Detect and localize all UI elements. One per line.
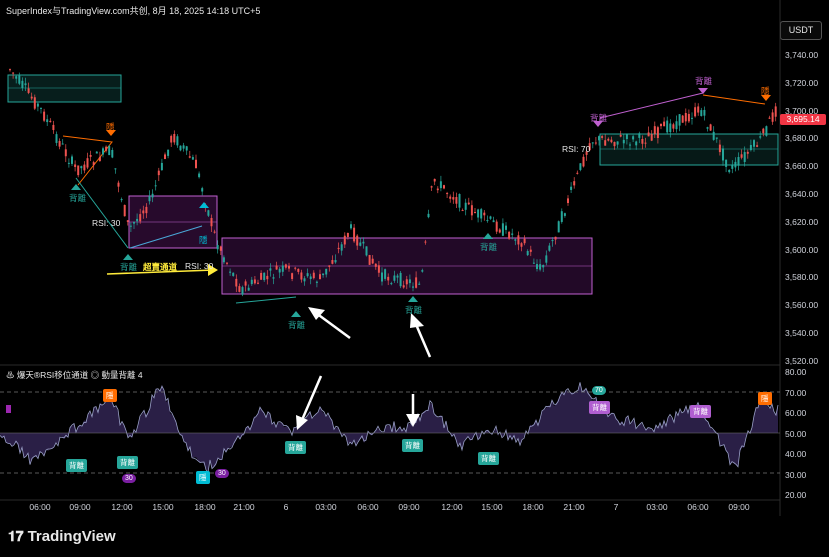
osc-hidden-tag: 隱 xyxy=(758,392,772,405)
divergence-label: 背離 xyxy=(120,262,138,272)
osc-divergence-tag: 背離 xyxy=(285,441,306,454)
hidden-label: 隱 xyxy=(106,122,115,132)
divergence-label: 背離 xyxy=(480,242,498,252)
time-tick: 06:00 xyxy=(687,502,709,512)
price-tick: 3,560.00 xyxy=(785,300,819,311)
divergence-label: 背離 xyxy=(590,113,608,123)
tradingview-logo[interactable]: 𝟏𝟕 TradingView xyxy=(8,528,116,545)
hidden-label: 隱 xyxy=(761,86,770,96)
rsi-label: RSI: 70 xyxy=(562,144,591,154)
price-tick: 3,680.00 xyxy=(785,133,819,144)
time-axis[interactable]: 06:00 09:00 12:00 15:00 18:00 21:00 6 03:00 06:0… xyxy=(0,500,780,516)
osc-tick: 80.00 xyxy=(785,367,807,377)
osc-left-marker xyxy=(6,405,11,413)
rsi-label: RSI: 30 xyxy=(185,261,214,271)
time-tick: 7 xyxy=(613,502,619,512)
osc-tick: 20.00 xyxy=(785,490,807,500)
time-tick: 18:00 xyxy=(522,502,544,512)
time-tick: 06:00 xyxy=(357,502,379,512)
time-tick: 21:00 xyxy=(563,502,585,512)
time-tick: 18:00 xyxy=(194,502,216,512)
time-tick: 6 xyxy=(283,502,289,512)
hidden-label: 隱 xyxy=(199,235,208,245)
time-tick: 09:00 xyxy=(69,502,91,512)
price-tick: 3,540.00 xyxy=(785,328,819,338)
price-tick: 3,600.00 xyxy=(785,244,819,255)
osc-hidden-tag: 隱 xyxy=(196,471,210,484)
time-tick: 03:00 xyxy=(315,502,337,512)
price-tick: 3,720.00 xyxy=(785,77,819,88)
divergence-label: 背離 xyxy=(405,305,423,315)
brand-label: TradingView xyxy=(27,528,116,545)
rsi-label: RSI: 30 xyxy=(92,218,121,228)
osc-30-marker: 30 xyxy=(215,469,229,478)
price-tick: 3,640.00 xyxy=(785,189,819,199)
time-tick: 03:00 xyxy=(646,502,668,512)
time-tick: 12:00 xyxy=(441,502,463,512)
chart-window: SuperIndex与TradingView.com共创, 8月 18, 202… xyxy=(0,0,829,557)
osc-divergence-tag: 背離 xyxy=(589,401,610,414)
time-tick: 15:00 xyxy=(152,502,174,512)
oscillator-legend[interactable]: ♨ 爆天®RSI移位通道 ◎ 動量背離 4 xyxy=(6,369,143,381)
osc-30-marker: 30 xyxy=(122,474,136,483)
price-tick: 3,620.00 xyxy=(785,216,819,227)
supply-zone-box xyxy=(7,74,122,103)
tradingview-logo-icon: 𝟏𝟕 xyxy=(8,528,24,544)
osc-divergence-tag: 背離 xyxy=(117,456,138,469)
price-tick: 3,660.00 xyxy=(785,161,819,172)
time-tick: 06:00 xyxy=(29,502,51,512)
oversold-channel-label: 超賣通道 xyxy=(143,262,178,272)
time-tick: 12:00 xyxy=(111,502,133,512)
time-tick: 09:00 xyxy=(728,502,750,512)
price-tick: 3,580.00 xyxy=(785,272,819,283)
divergence-label: 背離 xyxy=(288,320,306,330)
time-tick: 15:00 xyxy=(481,502,503,512)
oscillator-axis[interactable]: 80.00 70.00 60.00 50.00 40.00 30.00 20.00 xyxy=(780,365,829,505)
osc-tick: 70.00 xyxy=(785,387,807,398)
divergence-label: 背離 xyxy=(695,76,713,86)
osc-divergence-tag: 背離 xyxy=(478,452,499,465)
divergence-label: 背離 xyxy=(69,193,87,203)
osc-tick: 30.00 xyxy=(785,469,807,480)
osc-hidden-tag: 隱 xyxy=(103,389,117,402)
osc-tick: 50.00 xyxy=(785,428,807,439)
time-tick: 21:00 xyxy=(233,502,255,512)
osc-tick: 40.00 xyxy=(785,449,807,459)
osc-divergence-tag: 背離 xyxy=(66,459,87,472)
osc-70-marker: 70 xyxy=(592,386,606,395)
price-axis[interactable]: 3,740.00 3,720.00 3,700.00 3,680.00 3,660.00… xyxy=(780,40,829,370)
osc-divergence-tag: 背離 xyxy=(690,405,711,418)
osc-divergence-tag: 背離 xyxy=(402,439,423,452)
price-tick: 3,740.00 xyxy=(785,50,819,60)
last-price-badge: 3,695.14 xyxy=(780,114,826,125)
osc-tick: 60.00 xyxy=(785,408,807,418)
time-tick: 09:00 xyxy=(398,502,420,512)
